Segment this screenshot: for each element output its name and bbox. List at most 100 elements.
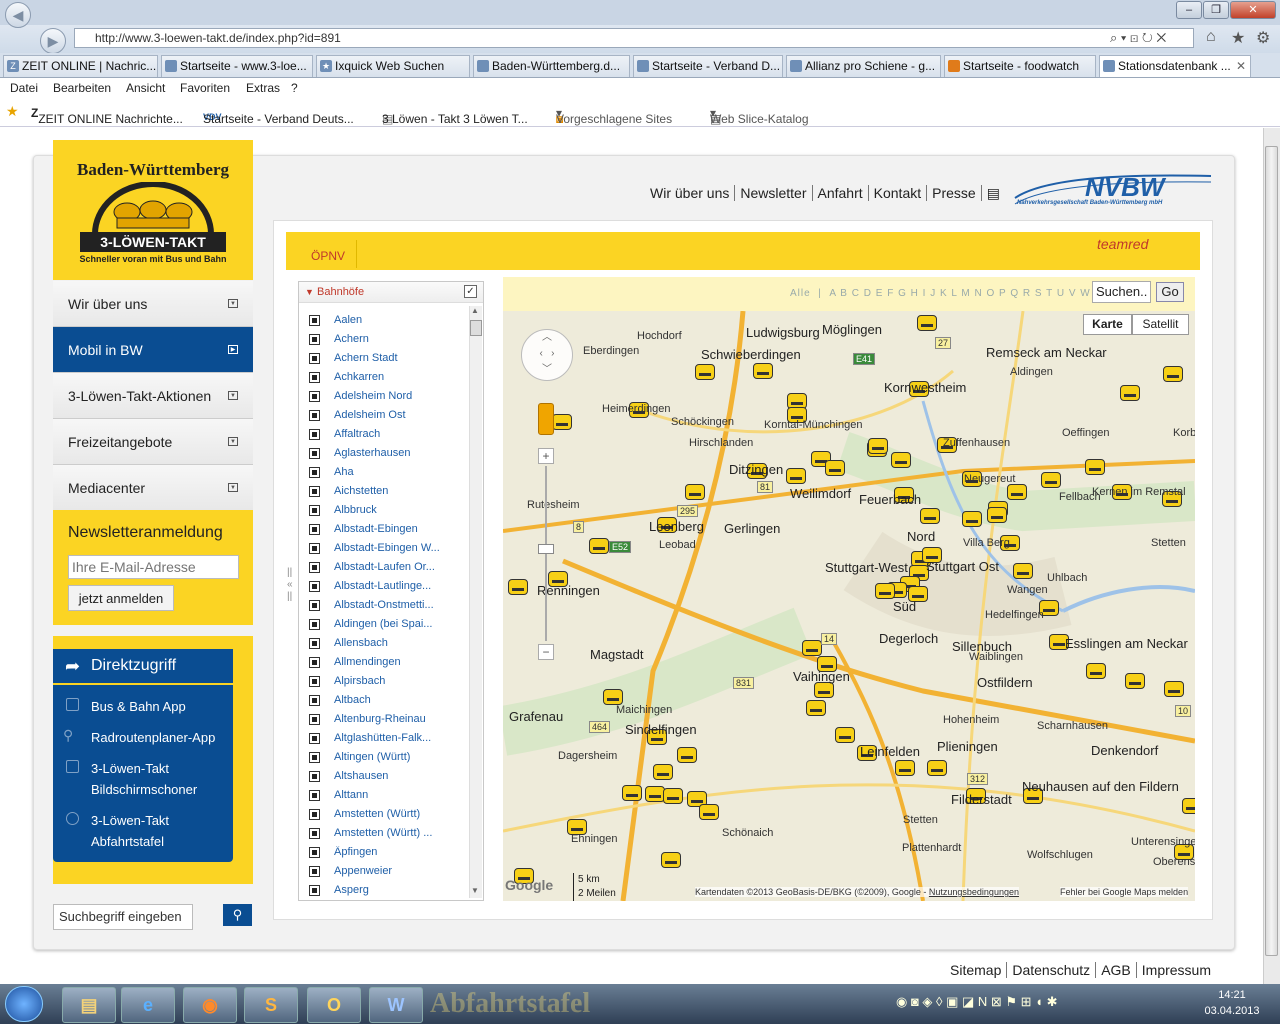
forward-button[interactable]: ▶	[40, 28, 66, 54]
station-checkbox[interactable]	[309, 695, 320, 706]
tab-vdv[interactable]: Startseite - Verband D...	[633, 55, 783, 77]
station-list-item[interactable]: Albstadt-Ebingen W...	[334, 542, 440, 554]
minimize-button[interactable]: –	[1176, 1, 1202, 19]
start-button[interactable]	[5, 986, 43, 1022]
station-checkbox[interactable]	[309, 581, 320, 592]
footer-datenschutz[interactable]: Datenschutz	[1007, 962, 1097, 978]
tray-icons[interactable]: ◉ ◙ ◈ ◊ ▣ ◪ Ν ⊠ ⚑ ⊞ ◖ ✱	[896, 994, 1057, 1010]
search-icon[interactable]: ⌕ ▾ ⊡ ↻ ✕	[1110, 30, 1166, 46]
station-list-item[interactable]: Aichstetten	[334, 485, 388, 497]
footer-sitemap[interactable]: Sitemap	[945, 962, 1008, 978]
footer-impressum[interactable]: Impressum	[1137, 962, 1216, 978]
street-view-pegman-icon[interactable]	[538, 403, 554, 435]
station-marker-icon[interactable]	[1041, 472, 1061, 488]
station-checkbox[interactable]	[309, 429, 320, 440]
nvbw-logo[interactable]: NVBW Nahverkehrsgesellschaft Baden-Württ…	[1013, 170, 1213, 212]
station-marker-icon[interactable]	[663, 788, 683, 804]
station-list-item[interactable]: Aha	[334, 466, 354, 478]
station-list-item[interactable]: Affaltrach	[334, 428, 380, 440]
back-button[interactable]: ◀	[5, 2, 31, 28]
settings-gear-icon[interactable]: ⚙	[1256, 28, 1270, 48]
station-checkbox[interactable]	[309, 847, 320, 858]
station-checkbox[interactable]	[309, 885, 320, 896]
station-marker-icon[interactable]	[891, 452, 911, 468]
site-logo[interactable]: Baden-Württemberg 3-LÖWEN-TAKT Schneller…	[53, 140, 253, 280]
menu-help[interactable]: ?	[291, 81, 298, 95]
station-marker-icon[interactable]	[508, 579, 528, 595]
station-marker-icon[interactable]	[753, 363, 773, 379]
station-marker-icon[interactable]	[695, 364, 715, 380]
tab-oepnv[interactable]: ÖPNV	[311, 249, 345, 263]
map-type-satellit-button[interactable]: Satellit	[1132, 314, 1189, 335]
station-checkbox[interactable]	[309, 752, 320, 763]
station-marker-icon[interactable]	[699, 804, 719, 820]
station-list-item[interactable]: Altglashütten-Falk...	[334, 732, 431, 744]
fav-webslice[interactable]: ▤ Web Slice-Katalog ▾	[710, 106, 809, 126]
menu-extras[interactable]: Extras	[246, 81, 280, 95]
taskbar-firefox[interactable]: ◉	[183, 987, 237, 1023]
station-checkbox[interactable]	[309, 505, 320, 516]
sidebar-item-wir-ueber-uns[interactable]: Wir über uns ▼	[53, 281, 253, 327]
station-list-item[interactable]: Altbach	[334, 694, 371, 706]
station-list-item[interactable]: Aglasterhausen	[334, 447, 410, 459]
alpha-letters[interactable]: A B C D E F G H I J K L M N O P Q R S T …	[829, 288, 1124, 299]
station-marker-icon[interactable]	[645, 786, 665, 802]
direkt-bildschirmschoner[interactable]: 3-Löwen-Takt Bildschirmschoner	[91, 758, 197, 800]
site-search-input[interactable]: Suchbegriff eingeben	[53, 904, 193, 930]
station-map[interactable]: Ludwigsburg Möglingen Hochdorf Eberdingen Sc…	[503, 311, 1195, 901]
station-list-item[interactable]: Adelsheim Nord	[334, 390, 412, 402]
scroll-down-icon[interactable]: ▼	[471, 886, 479, 895]
station-list-header[interactable]: ▼ Bahnhöfe ✓	[299, 282, 483, 303]
station-search-input[interactable]: Suchen..	[1092, 281, 1151, 303]
station-marker-icon[interactable]	[1086, 663, 1106, 679]
station-marker-icon[interactable]	[1007, 484, 1027, 500]
taskbar-word[interactable]: W	[369, 987, 423, 1023]
station-checkbox[interactable]	[309, 828, 320, 839]
close-window-button[interactable]: ✕	[1230, 1, 1276, 19]
station-marker-icon[interactable]	[802, 640, 822, 656]
station-checkbox[interactable]	[309, 771, 320, 782]
station-list-item[interactable]: Asperg	[334, 884, 369, 896]
station-checkbox[interactable]	[309, 562, 320, 573]
menu-datei[interactable]: Datei	[10, 81, 38, 95]
tab-foodwatch[interactable]: Startseite - foodwatch	[944, 55, 1096, 77]
station-list-item[interactable]: Äpfingen	[334, 846, 377, 858]
station-checkbox[interactable]	[309, 334, 320, 345]
station-checkbox[interactable]	[309, 372, 320, 383]
station-checkbox[interactable]	[309, 410, 320, 421]
topnav-newsletter[interactable]: Newsletter	[735, 185, 813, 201]
station-checkbox[interactable]	[309, 638, 320, 649]
sidebar-item-mediacenter[interactable]: Mediacenter ▼	[53, 465, 253, 511]
station-list-item[interactable]: Altenburg-Rheinau	[334, 713, 426, 725]
station-list-item[interactable]: Albstadt-Lautlinge...	[334, 580, 431, 592]
favorites-star-icon[interactable]: ★	[1231, 28, 1245, 48]
direkt-radroutenplaner[interactable]: Radroutenplaner-App	[91, 727, 215, 748]
map-type-karte-button[interactable]: Karte	[1083, 314, 1132, 335]
topnav-presse[interactable]: Presse	[927, 185, 982, 201]
station-list-item[interactable]: Appenweier	[334, 865, 392, 877]
station-checkbox[interactable]	[309, 600, 320, 611]
alpha-all[interactable]: Alle	[790, 288, 811, 299]
station-checkbox[interactable]	[309, 790, 320, 801]
map-pan-control[interactable]: ︿ ‹ › ﹀	[521, 329, 573, 381]
station-marker-icon[interactable]	[603, 689, 623, 705]
station-marker-icon[interactable]	[1182, 798, 1195, 814]
menu-bearbeiten[interactable]: Bearbeiten	[53, 81, 111, 95]
station-list-item[interactable]: Aldingen (bei Spai...	[334, 618, 432, 630]
favorites-star-icon[interactable]: ★	[6, 103, 19, 120]
station-marker-icon[interactable]	[895, 760, 915, 776]
taskbar-explorer[interactable]: ▤	[62, 987, 116, 1023]
station-list-item[interactable]: Altshausen	[334, 770, 388, 782]
station-marker-icon[interactable]	[962, 511, 982, 527]
station-checkbox[interactable]	[309, 657, 320, 668]
station-checkbox[interactable]	[309, 543, 320, 554]
station-marker-icon[interactable]	[1163, 366, 1183, 382]
station-list-item[interactable]: Albstadt-Ebingen	[334, 523, 418, 535]
station-list-item[interactable]: Amstetten (Württ) ...	[334, 827, 432, 839]
station-list-item[interactable]: Alpirsbach	[334, 675, 385, 687]
station-marker-icon[interactable]	[653, 764, 673, 780]
station-checkbox[interactable]	[309, 315, 320, 326]
select-all-checkbox[interactable]: ✓	[464, 285, 477, 298]
station-marker-icon[interactable]	[677, 747, 697, 763]
station-marker-icon[interactable]	[1120, 385, 1140, 401]
